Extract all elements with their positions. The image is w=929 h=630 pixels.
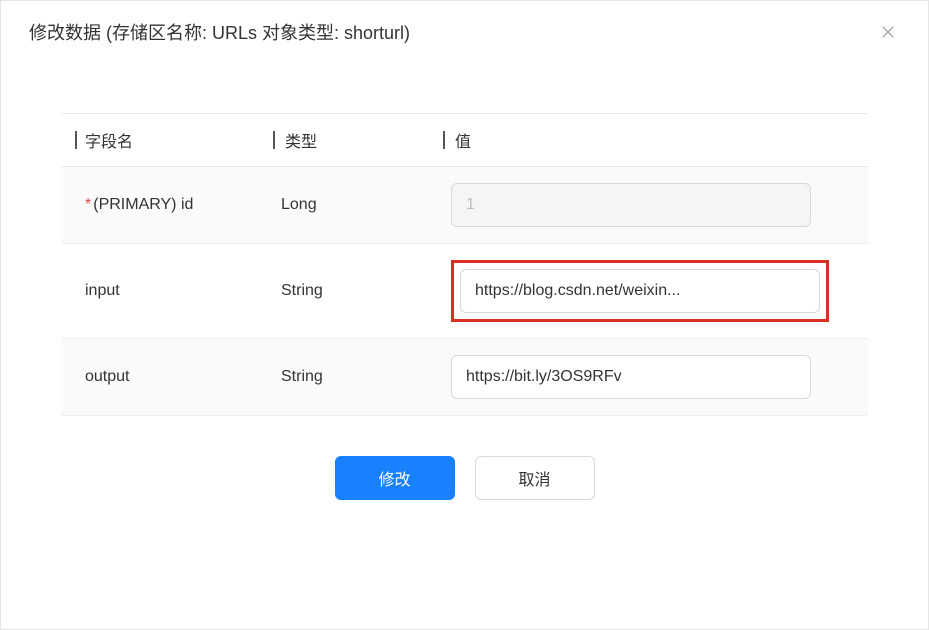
table-row: output String [61,339,868,416]
field-value-cell [451,183,868,227]
table-row: input String [61,244,868,339]
field-name-label: (PRIMARY) id [93,196,193,214]
field-value-cell [451,355,868,399]
modal-body: 字段名 类型 值 * (PRIMARY) id Long input Strin… [1,63,928,540]
id-input [451,183,811,227]
close-button[interactable] [876,20,900,44]
field-type-cell: String [281,368,451,386]
modal-header: 修改数据 (存储区名称: URLs 对象类型: shorturl) [1,1,928,63]
cancel-button[interactable]: 取消 [475,456,595,500]
field-value-cell [451,260,868,322]
table-row: * (PRIMARY) id Long [61,167,868,244]
header-field-name: 字段名 [61,128,281,152]
edit-data-modal: 修改数据 (存储区名称: URLs 对象类型: shorturl) 字段名 类型… [0,0,929,630]
field-type-cell: Long [281,196,451,214]
header-value: 值 [451,128,868,152]
field-type-cell: String [281,282,451,300]
fields-table: 字段名 类型 值 * (PRIMARY) id Long input Strin… [61,113,868,416]
output-field-input[interactable] [451,355,811,399]
field-name-cell: * (PRIMARY) id [61,196,281,214]
highlighted-input-box [451,260,829,322]
field-name-cell: output [61,368,281,386]
close-icon [879,23,897,41]
field-name-cell: input [61,282,281,300]
header-type: 类型 [281,128,451,152]
table-header-row: 字段名 类型 值 [61,114,868,167]
required-asterisk: * [85,196,91,214]
input-field-input[interactable] [460,269,820,313]
modal-footer: 修改 取消 [61,416,868,540]
submit-button[interactable]: 修改 [335,456,455,500]
modal-title: 修改数据 (存储区名称: URLs 对象类型: shorturl) [29,19,410,45]
